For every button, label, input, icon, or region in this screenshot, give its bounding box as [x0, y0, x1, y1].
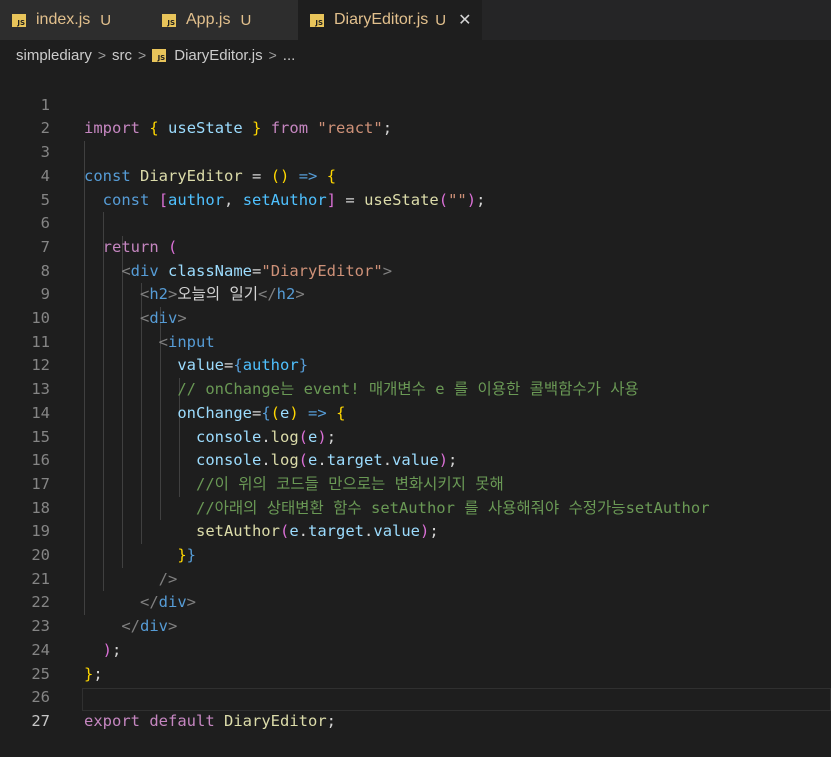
code-line: 13 onChange={(e) => { [0, 354, 831, 422]
js-file-icon: JS [152, 48, 167, 62]
code-line: 26 export default DiaryEditor; [0, 663, 831, 730]
code-editor[interactable]: 1 import { useState } from "react"; 2 3 … [0, 70, 831, 730]
js-file-icon: JS [12, 13, 26, 27]
code-line: 5 [0, 165, 831, 209]
breadcrumb-item-src[interactable]: src [112, 47, 132, 64]
code-line: 12 // onChange는 event! 매개변수 e 를 이용한 콜백함수… [0, 331, 831, 398]
code-line: 14 console.log(e); [0, 378, 831, 446]
code-line: 27 [0, 686, 831, 730]
code-line: 23 ); [0, 591, 831, 659]
code-line: 18 setAuthor(e.target.value); [0, 473, 831, 541]
code-line: 16 //이 위의 코드들 만으로는 변화시키지 못해 [0, 426, 831, 493]
code-line: 1 import { useState } from "react"; [0, 70, 831, 138]
code-line: 20 /> [0, 520, 831, 588]
untracked-badge: U [240, 11, 252, 29]
code-line: 15 console.log(e.target.value); [0, 402, 831, 470]
untracked-badge: U [100, 11, 112, 29]
tab-diaryeditor-js[interactable]: JS DiaryEditor.js U ✕ [298, 0, 482, 40]
tab-label: DiaryEditor.js [334, 11, 429, 28]
untracked-badge: U [435, 11, 447, 29]
tab-app-js[interactable]: JS App.js U [150, 0, 298, 40]
code-line: 8 <h2>오늘의 일기</h2> [0, 236, 831, 304]
code-line: 2 [0, 94, 831, 137]
code-line: 17 //아래의 상태변환 함수 setAuthor 를 사용해줘야 수정가능s… [0, 449, 831, 517]
tab-bar: JS index.js U JS App.js U JS DiaryEditor… [0, 0, 831, 40]
tab-label: App.js [186, 11, 231, 28]
chevron-right-icon: > [97, 47, 107, 63]
code-line: 24 }; [0, 615, 831, 683]
code-line: 22 </div> [0, 568, 831, 635]
breadcrumb-item-simplediary[interactable]: simplediary [16, 47, 92, 64]
js-file-icon: JS [162, 13, 176, 27]
tab-index-js[interactable]: JS index.js U [0, 0, 150, 40]
close-icon[interactable]: ✕ [458, 10, 471, 30]
code-line: 10 <input [0, 283, 831, 351]
tab-label: index.js [36, 11, 91, 28]
chevron-right-icon: > [268, 47, 277, 63]
code-line: 7 <div className="DiaryEditor"> [0, 212, 831, 280]
code-line: 6 return ( [0, 189, 831, 256]
code-line: 25 [0, 639, 831, 683]
line-number: 27 [31, 711, 50, 730]
breadcrumb-item-file[interactable]: DiaryEditor.js [174, 47, 262, 64]
chevron-right-icon: > [138, 47, 147, 63]
breadcrumb: simplediary > src > JS DiaryEditor.js > … [0, 40, 831, 70]
breadcrumb-item-symbols[interactable]: ... [283, 47, 296, 64]
js-file-icon: JS [310, 13, 324, 27]
code-line: 19 }} [0, 497, 831, 564]
code-line: 11 value={author} [0, 307, 831, 375]
code-line: 3 const DiaryEditor = () => { [0, 117, 831, 185]
code-line: 21 </div> [0, 544, 831, 612]
code-line: 9 <div> [0, 260, 831, 327]
code-line: 4 const [author, setAuthor] = useState("… [0, 141, 831, 209]
